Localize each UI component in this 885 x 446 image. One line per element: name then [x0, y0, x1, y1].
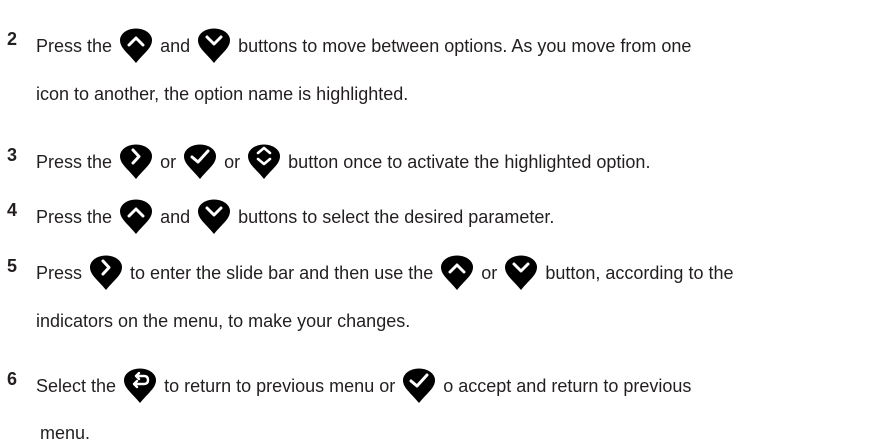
check-icon: [402, 368, 436, 404]
step-number: 4: [7, 200, 18, 220]
step-text: icon to another, the option name is high…: [36, 84, 409, 104]
step-text: Select the: [36, 376, 117, 396]
step-text: and: [160, 207, 191, 227]
up-icon: [440, 255, 474, 291]
step-text: Press: [36, 263, 83, 283]
step-number: 5: [7, 256, 18, 276]
up-down-icon: [247, 144, 281, 180]
step-text: button once to activate the highlighted …: [288, 152, 651, 172]
step-text: Press the: [36, 152, 113, 172]
up-icon: [119, 199, 153, 235]
step-text: menu.: [40, 423, 91, 443]
check-icon: [183, 144, 217, 180]
step-text: or: [481, 263, 498, 283]
step-text: to enter the slide bar and then use the: [130, 263, 434, 283]
down-icon: [504, 255, 538, 291]
right-icon: [89, 255, 123, 291]
step-number: 6: [7, 369, 18, 389]
step-text: buttons to select the desired parameter.: [238, 207, 555, 227]
step-text: buttons to move between options. As you …: [238, 36, 692, 56]
step-number: 3: [7, 145, 18, 165]
step-text: or: [224, 152, 241, 172]
right-icon: [119, 144, 153, 180]
step-number: 2: [7, 29, 18, 49]
down-icon: [197, 199, 231, 235]
step-text: to return to previous menu or: [164, 376, 396, 396]
step-text: o accept and return to previous: [443, 376, 692, 396]
step-text: Press the: [36, 207, 113, 227]
down-icon: [197, 28, 231, 64]
step-text: and: [160, 36, 191, 56]
step-text: Press the: [36, 36, 113, 56]
step-text: indicators on the menu, to make your cha…: [36, 311, 411, 331]
back-icon: [123, 368, 157, 404]
step-text: button, according to the: [545, 263, 734, 283]
up-icon: [119, 28, 153, 64]
step-text: or: [160, 152, 177, 172]
